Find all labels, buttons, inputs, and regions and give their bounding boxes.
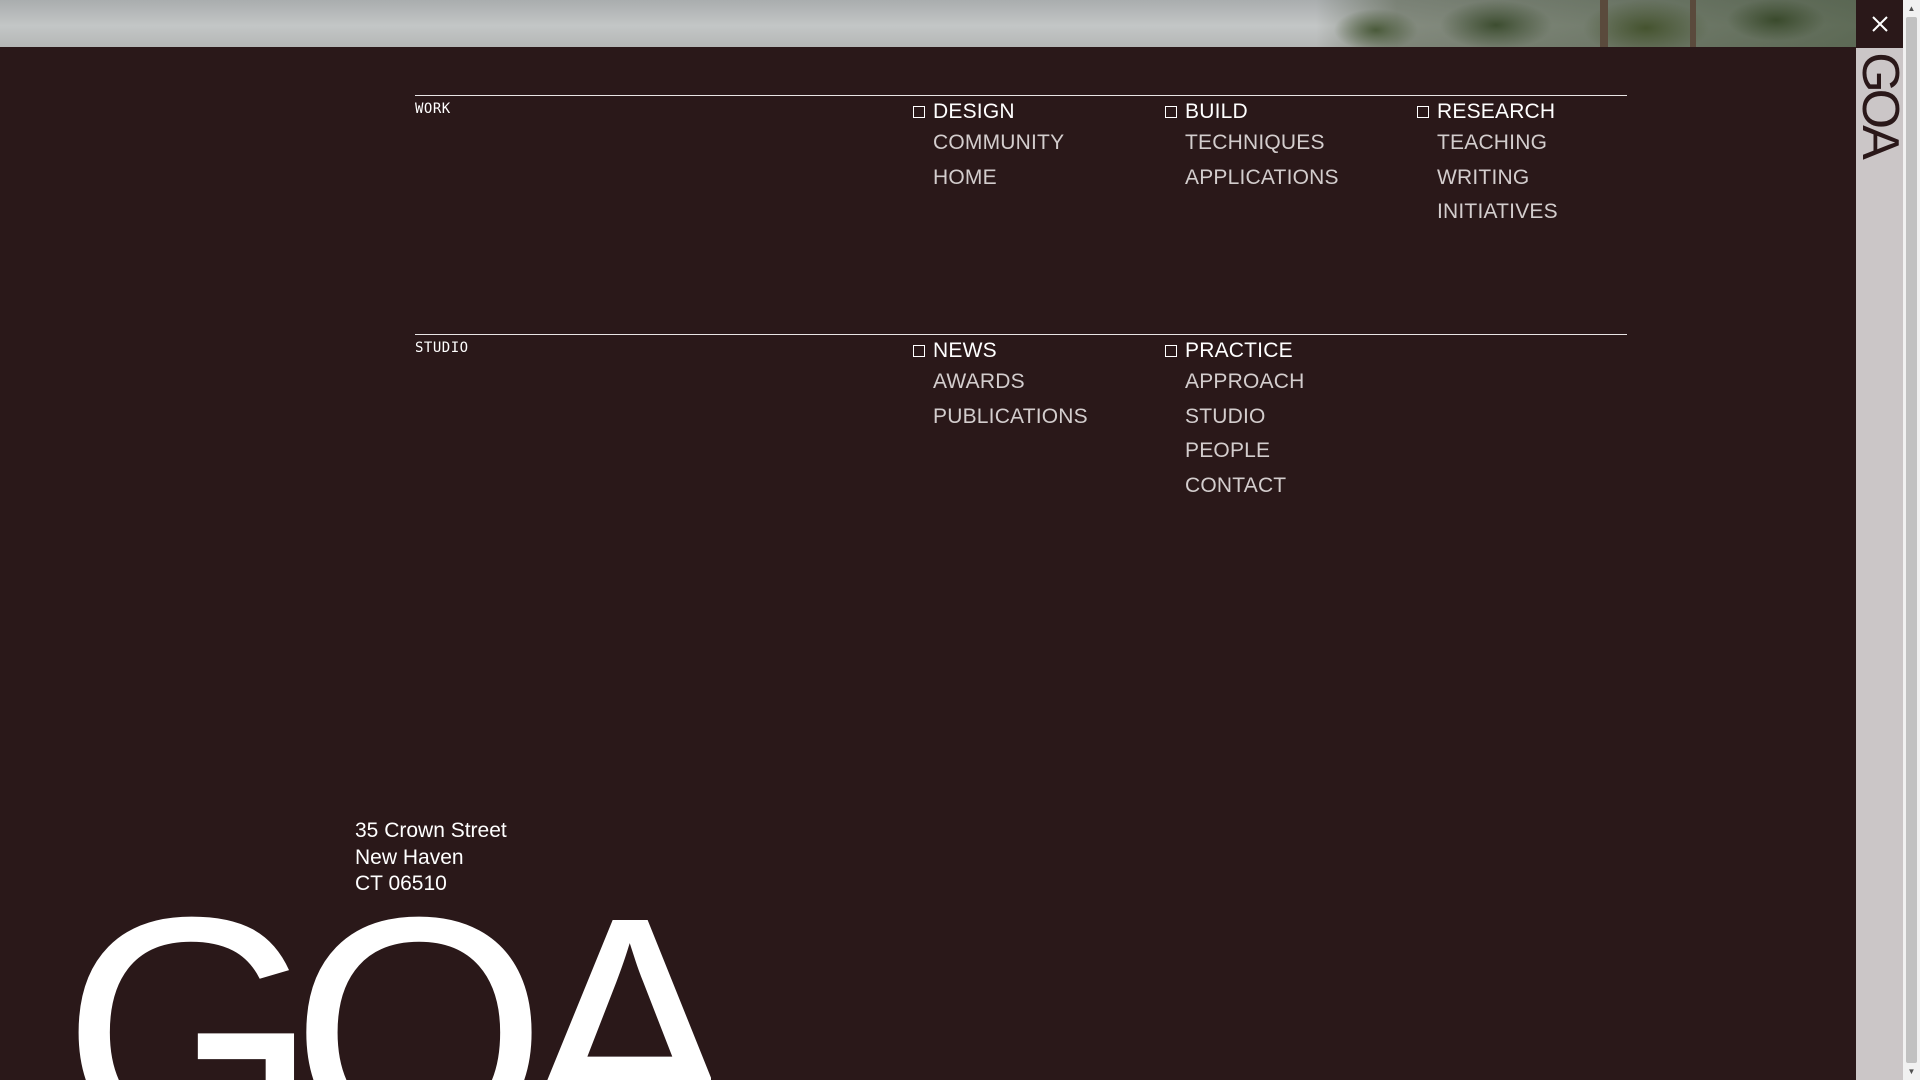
menu-item-studio[interactable]: STUDIO	[1165, 400, 1304, 435]
menu-item-publications[interactable]: PUBLICATIONS	[913, 400, 1088, 435]
menu-item-community[interactable]: COMMUNITY	[913, 126, 1064, 161]
rail-logo[interactable]: GOA	[1850, 48, 1909, 160]
checkbox-icon	[1165, 345, 1177, 357]
footer-logo[interactable]: GOA	[62, 868, 711, 1080]
section-label-studio: STUDIO	[415, 340, 469, 356]
menu-heading-practice[interactable]: PRACTICE	[1165, 337, 1304, 365]
rail-logo-text: GOA	[1850, 52, 1909, 156]
section-divider	[415, 334, 1627, 335]
close-icon	[1871, 16, 1888, 32]
menu-item-initiatives[interactable]: INITIATIVES	[1417, 195, 1558, 230]
menu-item-approach[interactable]: APPROACH	[1165, 365, 1304, 400]
menu-heading-design[interactable]: DESIGN	[913, 98, 1064, 126]
menu-item-contact[interactable]: CONTACT	[1165, 469, 1304, 504]
menu-item-applications[interactable]: APPLICATIONS	[1165, 161, 1339, 196]
menu-column-practice: PRACTICE APPROACH STUDIO PEOPLE CONTACT	[1165, 337, 1304, 503]
menu-item-awards[interactable]: AWARDS	[913, 365, 1088, 400]
menu-heading-build[interactable]: BUILD	[1165, 98, 1339, 126]
address-line: 35 Crown Street	[355, 819, 507, 842]
menu-item-teaching[interactable]: TEACHING	[1417, 126, 1558, 161]
menu-item-techniques[interactable]: TECHNIQUES	[1165, 126, 1339, 161]
menu-item-people[interactable]: PEOPLE	[1165, 434, 1304, 469]
scrollbar-thumb[interactable]	[1906, 17, 1917, 1063]
tree-trunk	[1600, 0, 1608, 47]
menu-column-research: RESEARCH TEACHING WRITING INITIATIVES	[1417, 98, 1558, 230]
tree-foliage	[1316, 0, 1856, 47]
scroll-down-arrow[interactable]: ▼	[1903, 1063, 1920, 1080]
section-divider	[415, 95, 1627, 96]
menu-item-home[interactable]: HOME	[913, 161, 1064, 196]
menu-column-build: BUILD TECHNIQUES APPLICATIONS	[1165, 98, 1339, 195]
section-label-work: WORK	[415, 101, 451, 117]
right-rail	[1856, 0, 1903, 1080]
checkbox-icon	[1165, 106, 1177, 118]
close-menu-button[interactable]	[1856, 0, 1903, 48]
scroll-up-arrow[interactable]: ▲	[1903, 0, 1920, 17]
checkbox-icon	[913, 345, 925, 357]
menu-item-writing[interactable]: WRITING	[1417, 161, 1558, 196]
tree-trunk	[1690, 0, 1696, 47]
checkbox-icon	[913, 106, 925, 118]
menu-heading-research[interactable]: RESEARCH	[1417, 98, 1558, 126]
header-photo	[0, 0, 1856, 47]
menu-column-design: DESIGN COMMUNITY HOME	[913, 98, 1064, 195]
menu-column-news: NEWS AWARDS PUBLICATIONS	[913, 337, 1088, 434]
checkbox-icon	[1417, 106, 1429, 118]
menu-heading-news[interactable]: NEWS	[913, 337, 1088, 365]
